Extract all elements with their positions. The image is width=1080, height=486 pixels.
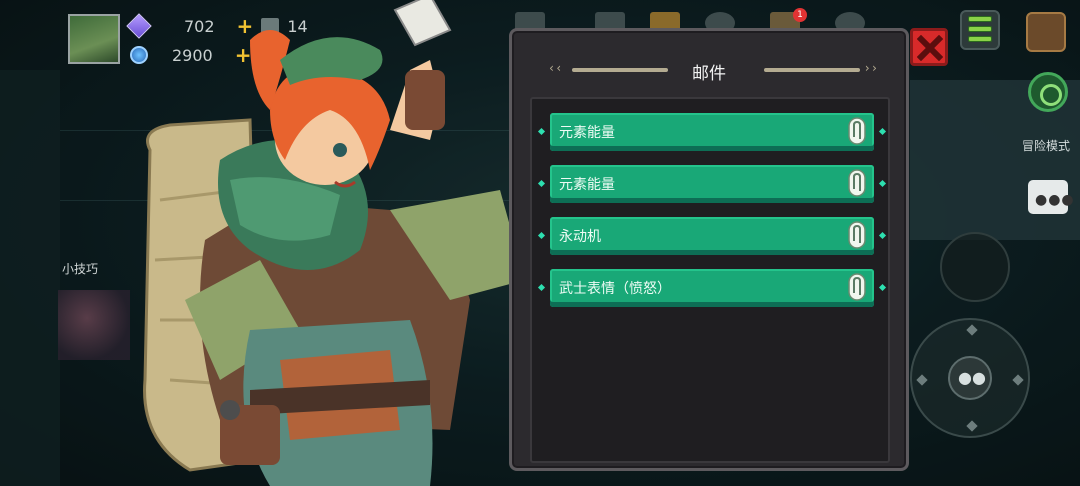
dpad-down-marker <box>966 420 978 432</box>
mail-item-label: 永动机 <box>559 229 601 245</box>
item-marker <box>878 283 887 292</box>
adventure-mode-label[interactable]: 冒险模式 <box>1022 137 1070 154</box>
chat-icon: ●●● <box>1035 192 1075 208</box>
chat-button[interactable]: ●●● <box>1028 180 1074 214</box>
close-button[interactable] <box>910 28 948 66</box>
mail-item-label: 元素能量 <box>559 177 615 193</box>
mail-panel: ‹‹ 邮件 ›› 元素能量 元素能量 永动机 武士表情（愤怒） <box>509 28 909 471</box>
attachment-clip-icon <box>848 117 866 145</box>
scene-wall-left <box>0 70 60 486</box>
movement-joystick[interactable]: ●● <box>910 318 1030 438</box>
title-divider-right <box>764 68 860 72</box>
dpad-left-marker <box>916 374 928 386</box>
mail-item[interactable]: 元素能量 <box>537 165 887 203</box>
mail-item[interactable]: 元素能量 <box>537 113 887 151</box>
dpad-up-marker <box>966 324 978 336</box>
top-icon-bar <box>505 6 925 34</box>
menu-icon <box>968 36 992 42</box>
item-marker <box>537 283 546 292</box>
mail-title-row: ‹‹ 邮件 ›› <box>512 59 906 84</box>
menu-button[interactable] <box>960 10 1000 50</box>
dpad-right-marker <box>1012 374 1024 386</box>
attachment-clip-icon <box>848 221 866 249</box>
player-avatar[interactable] <box>68 14 120 64</box>
menu-icon <box>968 26 992 32</box>
notification-badge: 1 <box>793 8 807 22</box>
mail-item[interactable]: 永动机 <box>537 217 887 255</box>
secondary-action-button[interactable] <box>940 232 1010 302</box>
attachment-clip-icon <box>848 273 866 301</box>
skill-button[interactable] <box>1028 72 1068 112</box>
item-marker <box>878 231 887 240</box>
item-marker <box>878 127 887 136</box>
mail-item-label: 元素能量 <box>559 125 615 141</box>
item-marker <box>878 179 887 188</box>
menu-icon <box>968 16 992 22</box>
hint-thumbnail <box>58 290 130 360</box>
mail-list[interactable]: 元素能量 元素能量 永动机 武士表情（愤怒） <box>530 97 890 463</box>
chat-bubble-icon: ●● <box>958 368 986 387</box>
close-icon <box>917 35 943 61</box>
joystick-knob[interactable]: ●● <box>948 356 992 400</box>
item-marker <box>537 127 546 136</box>
attachment-clip-icon <box>848 169 866 197</box>
mail-item-label: 武士表情（愤怒） <box>559 281 671 297</box>
mail-item[interactable]: 武士表情（愤怒） <box>537 269 887 307</box>
mail-courier-character-illustration <box>143 0 525 486</box>
backpack-button[interactable] <box>1026 12 1066 52</box>
hint-label[interactable]: 小技巧 <box>62 260 98 277</box>
title-decoration-right: ›› <box>863 61 878 75</box>
item-marker <box>537 231 546 240</box>
item-marker <box>537 179 546 188</box>
